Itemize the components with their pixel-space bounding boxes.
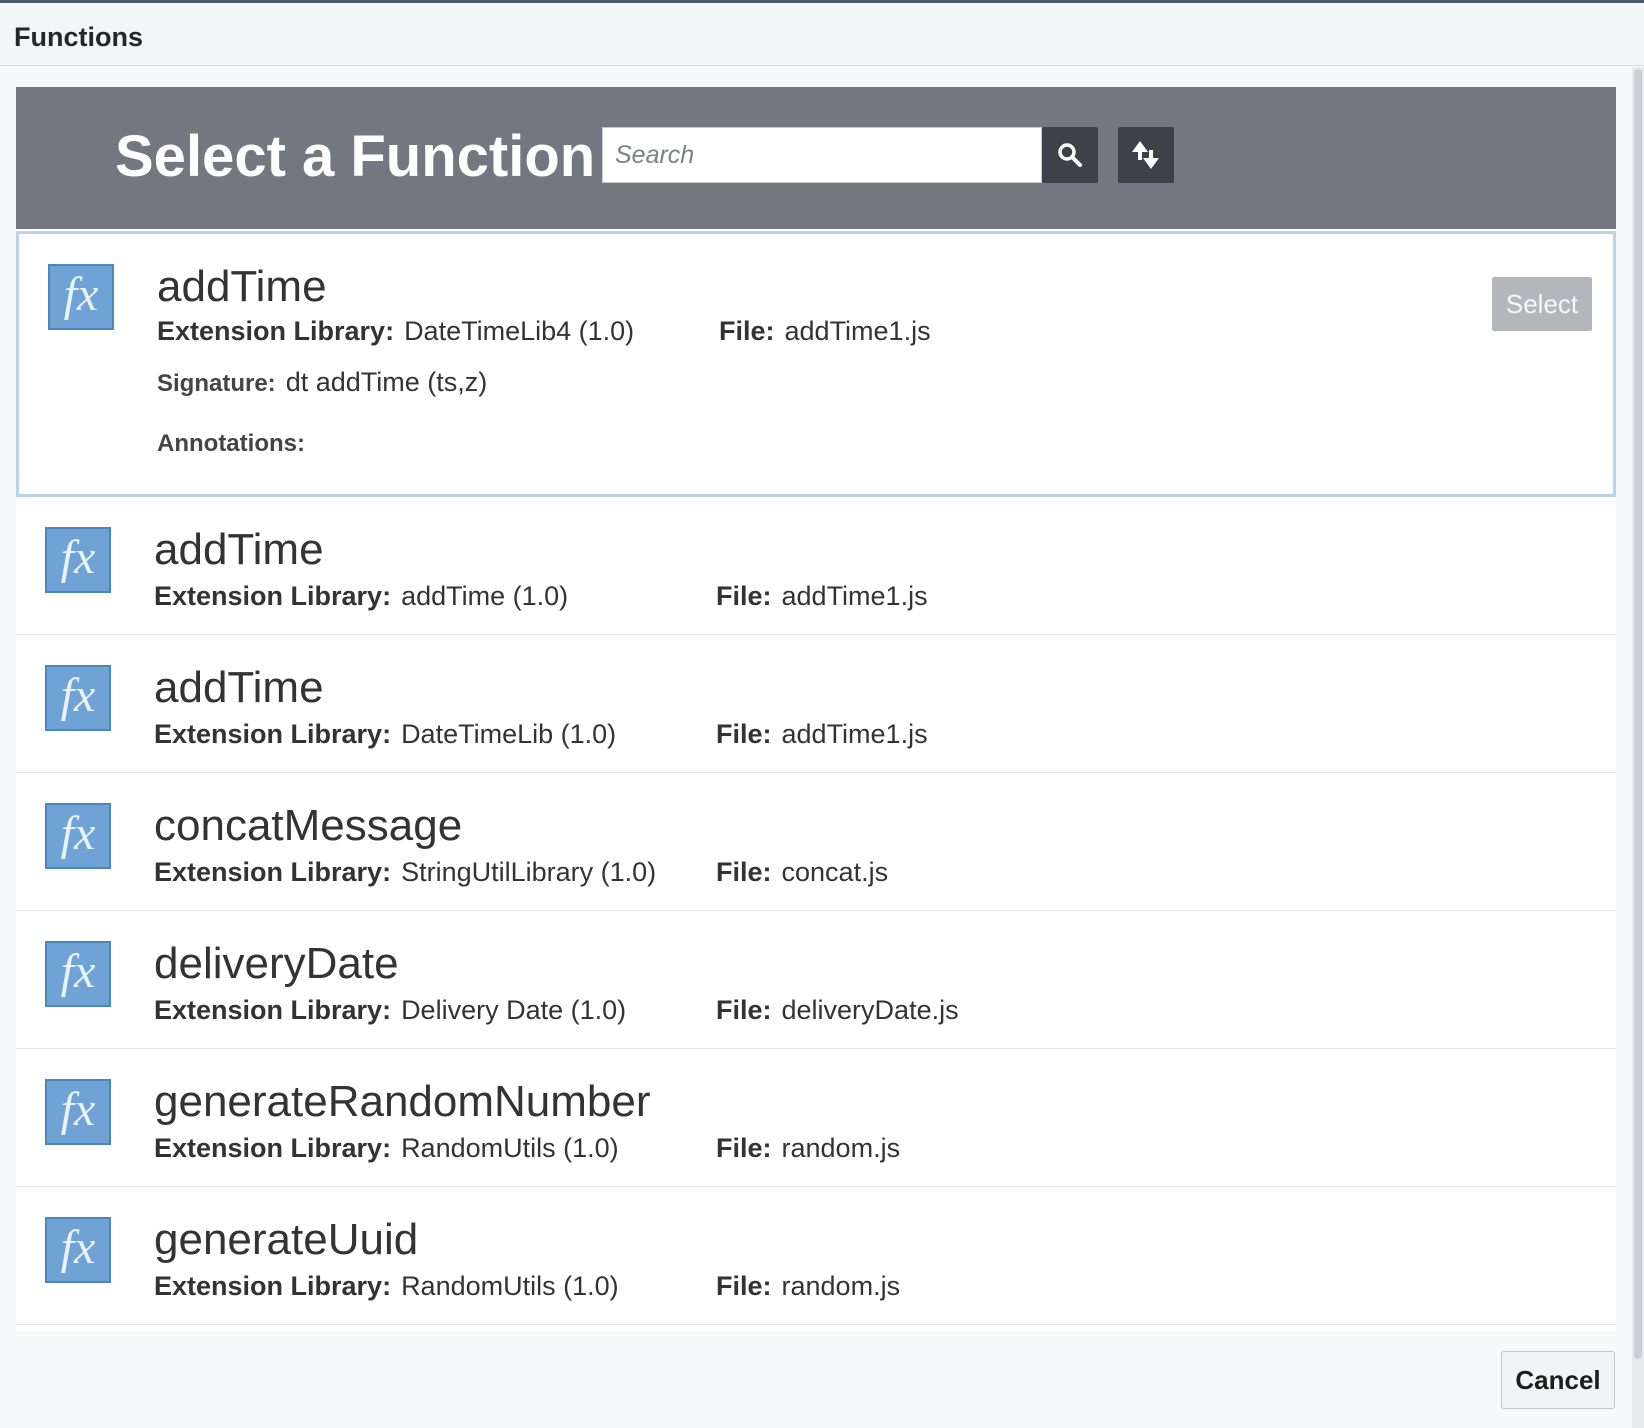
file-label: File: [716, 581, 772, 611]
annotations-label: Annotations: [157, 430, 305, 457]
function-name: addTime [157, 262, 327, 311]
file: File: deliveryDate.js [716, 995, 959, 1026]
select-button[interactable]: Select [1492, 277, 1592, 331]
file-label: File: [719, 316, 775, 346]
extension-library: Extension Library: RandomUtils (1.0) [154, 1133, 619, 1164]
extension-library-value: RandomUtils (1.0) [401, 1133, 619, 1163]
function-name: generateRandomNumber [154, 1077, 651, 1126]
function-row[interactable]: fx addTime Extension Library: DateTimeLib… [16, 635, 1616, 773]
function-row[interactable]: fx deliveryDate Extension Library: Delive… [16, 911, 1616, 1049]
file-value: random.js [781, 1271, 901, 1301]
signature-label: Signature: [157, 370, 276, 397]
sort-button[interactable] [1118, 127, 1174, 183]
signature: Signature: dt addTime (ts,z) [157, 367, 487, 398]
file-label: File: [716, 1133, 772, 1163]
function-name: generateUuid [154, 1215, 419, 1264]
extension-library-value: DateTimeLib4 (1.0) [404, 316, 635, 346]
file: File: random.js [716, 1271, 900, 1302]
extension-library: Extension Library: RandomUtils (1.0) [154, 1271, 619, 1302]
function-icon: fx [45, 665, 111, 731]
functions-dialog: Functions Select a Function fx a [0, 0, 1644, 1428]
cancel-button[interactable]: Cancel [1501, 1351, 1615, 1409]
dialog-titlebar: Functions [0, 6, 1644, 66]
function-row[interactable]: fx generateUuid Extension Library: Random… [16, 1187, 1616, 1325]
page-title: Select a Function [115, 124, 596, 189]
search-input[interactable] [602, 127, 1042, 183]
file-value: deliveryDate.js [781, 995, 959, 1025]
file: File: random.js [716, 1133, 900, 1164]
function-row[interactable]: fx concatMessage Extension Library: Strin… [16, 773, 1616, 911]
extension-library-value: Delivery Date (1.0) [401, 995, 627, 1025]
file-label: File: [716, 995, 772, 1025]
scrollbar-thumb[interactable] [1634, 69, 1642, 1359]
extension-library-value: addTime (1.0) [401, 581, 569, 611]
sort-icon [1132, 141, 1159, 169]
extension-library: Extension Library: Delivery Date (1.0) [154, 995, 626, 1026]
annotations: Annotations: [157, 427, 315, 458]
file-label: File: [716, 719, 772, 749]
extension-library-label: Extension Library: [154, 857, 392, 887]
file-value: addTime1.js [781, 719, 928, 749]
function-icon: fx [45, 1217, 111, 1283]
file: File: addTime1.js [716, 581, 928, 612]
extension-library-label: Extension Library: [154, 1271, 392, 1301]
signature-value: dt addTime (ts,z) [285, 367, 488, 397]
search-icon [1058, 143, 1082, 167]
function-icon: fx [45, 941, 111, 1007]
file: File: concat.js [716, 857, 888, 888]
function-name: addTime [154, 525, 324, 574]
function-name: deliveryDate [154, 939, 399, 988]
extension-library-label: Extension Library: [154, 719, 392, 749]
file-value: addTime1.js [781, 581, 928, 611]
function-icon: fx [45, 803, 111, 869]
function-row-selected[interactable]: fx addTime Extension Library: DateTimeLib… [16, 231, 1616, 497]
extension-library-value: RandomUtils (1.0) [401, 1271, 619, 1301]
function-name: addTime [154, 663, 324, 712]
file: File: addTime1.js [716, 719, 928, 750]
function-panel: Select a Function fx addTime Extension L… [16, 87, 1616, 1331]
file-value: concat.js [781, 857, 889, 887]
search-button[interactable] [1042, 127, 1098, 183]
extension-library-label: Extension Library: [154, 995, 392, 1025]
function-row[interactable]: fx generateRandomNumber Extension Librar… [16, 1049, 1616, 1187]
file-value: random.js [781, 1133, 901, 1163]
dialog-title: Functions [14, 22, 143, 52]
function-icon: fx [48, 264, 114, 330]
extension-library-label: Extension Library: [154, 581, 392, 611]
file-label: File: [716, 1271, 772, 1301]
extension-library-label: Extension Library: [154, 1133, 392, 1163]
file-value: addTime1.js [784, 316, 931, 346]
file: File: addTime1.js [719, 316, 931, 347]
function-header: Select a Function [16, 87, 1616, 229]
function-row[interactable]: fx addTime Extension Library: addTime (1.… [16, 497, 1616, 635]
extension-library: Extension Library: DateTimeLib (1.0) [154, 719, 616, 750]
function-name: concatMessage [154, 801, 463, 850]
extension-library: Extension Library: DateTimeLib4 (1.0) [157, 316, 634, 347]
extension-library-label: Extension Library: [157, 316, 395, 346]
extension-library-value: DateTimeLib (1.0) [401, 719, 617, 749]
function-icon: fx [45, 527, 111, 593]
extension-library: Extension Library: StringUtilLibrary (1.0… [154, 857, 656, 888]
extension-library: Extension Library: addTime (1.0) [154, 581, 568, 612]
extension-library-value: StringUtilLibrary (1.0) [401, 857, 657, 887]
function-icon: fx [45, 1079, 111, 1145]
file-label: File: [716, 857, 772, 887]
